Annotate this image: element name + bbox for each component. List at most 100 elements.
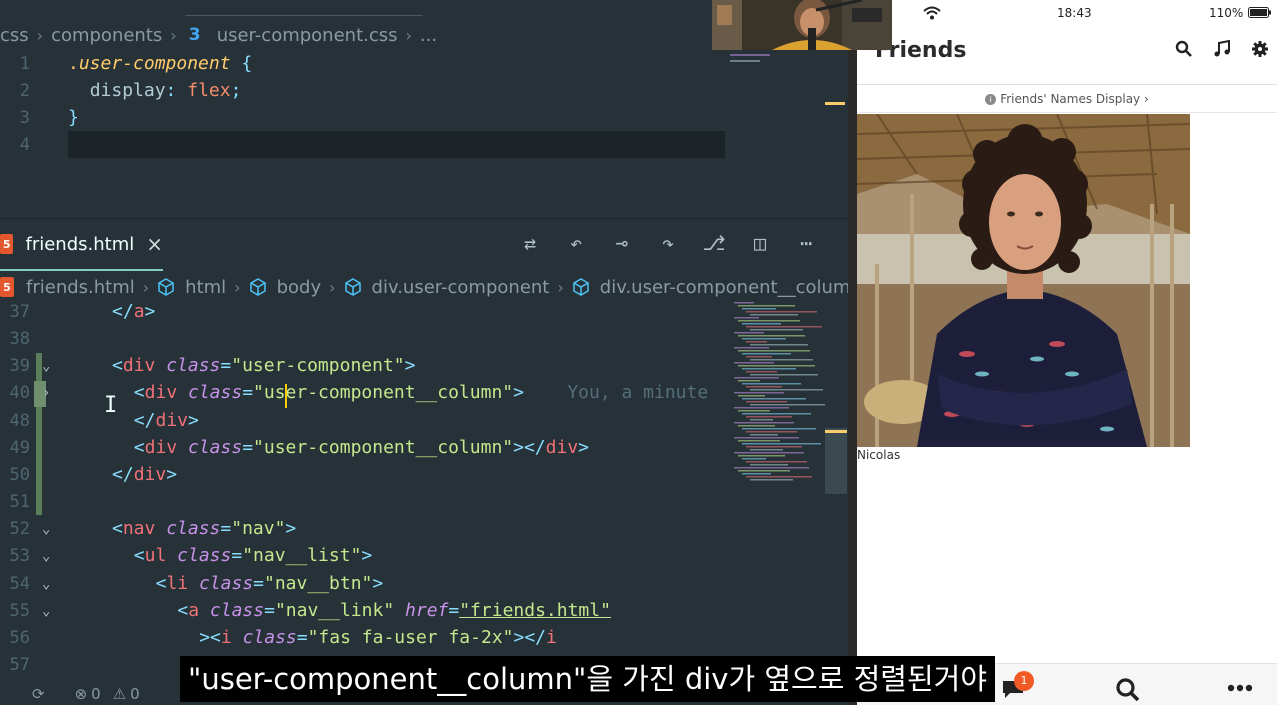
minimap-line <box>742 398 806 400</box>
html-code-line[interactable]: 54 ⌄ <li class="nav__btn"> <box>0 570 848 597</box>
code-token: . <box>68 53 79 74</box>
breadcrumb-body[interactable]: body <box>277 277 322 298</box>
minimap-line <box>738 455 785 457</box>
more-icon[interactable] <box>1227 684 1253 692</box>
html-code-line[interactable]: 49 <div class="user-component__column"></… <box>0 434 848 461</box>
html-code-line[interactable]: 56 ><i class="fas fa-user fa-2x"></i <box>0 624 848 651</box>
html-code-line[interactable]: 39 ⌄ <div class="user-component"> <box>0 352 848 379</box>
code-token: a <box>188 600 200 621</box>
line-number: 3 <box>19 107 30 128</box>
sync-icon[interactable]: ⟳ <box>32 685 45 703</box>
minimap-line <box>738 470 790 472</box>
code-token: class <box>188 437 243 458</box>
html-code-line[interactable]: 51 <box>0 488 848 515</box>
friend-name: Nicolas <box>857 448 901 462</box>
code-token: nav <box>122 518 156 539</box>
code-text: <nav class="nav"> <box>112 518 296 539</box>
code-token: = <box>220 355 232 376</box>
split-divider[interactable] <box>848 0 857 705</box>
warning-icon[interactable]: ⚠ <box>113 685 126 703</box>
vertical-scrollbar[interactable] <box>825 428 847 494</box>
breadcrumb-css-folder[interactable]: css <box>0 25 29 46</box>
code-token: i <box>220 627 232 648</box>
chevron-right-icon: › <box>557 277 564 297</box>
css-code-line[interactable]: 4 <box>0 131 848 158</box>
minimap-line <box>750 344 808 346</box>
gear-icon[interactable] <box>1251 40 1269 58</box>
minimap-line <box>734 467 809 469</box>
notice-divider <box>857 112 1277 113</box>
split-editor-icon[interactable]: ◫ <box>748 231 772 255</box>
html-code-line[interactable]: 40 › <div class="user-component__column"> … <box>0 379 848 406</box>
fold-chevron-down-icon[interactable]: ⌄ <box>42 358 50 374</box>
code-text: <ul class="nav__list"> <box>134 545 372 566</box>
html-code-line[interactable]: 50 </div> <box>0 461 848 488</box>
go-back-icon[interactable]: ↶ <box>564 231 588 255</box>
html-file-icon: 5 <box>0 234 14 254</box>
friend-photo[interactable] <box>857 114 1190 447</box>
minimap-line <box>746 461 807 463</box>
html-code-line[interactable]: 52 ⌄ <nav class="nav"> <box>0 515 848 542</box>
music-icon[interactable] <box>1213 40 1231 58</box>
css-code-line[interactable]: 3} <box>0 104 848 131</box>
more-icon[interactable]: ⋯ <box>794 231 818 255</box>
html-code-line[interactable]: 53 ⌄ <ul class="nav__list"> <box>0 542 848 569</box>
breadcrumb-div-user-component[interactable]: div.user-component <box>372 277 550 298</box>
code-token: </ <box>112 301 134 322</box>
timeline-icon[interactable]: ⊸ <box>610 231 634 255</box>
go-forward-icon[interactable]: ↷ <box>656 231 680 255</box>
code-token: flex <box>187 80 231 101</box>
minimap-line <box>742 368 796 370</box>
editor-top-divider <box>185 15 423 16</box>
tab-friends-html[interactable]: 5 friends.html × <box>0 219 163 271</box>
breadcrumb-file[interactable]: friends.html <box>26 277 135 298</box>
wifi-icon <box>923 6 941 20</box>
search-icon[interactable] <box>1175 40 1193 58</box>
close-icon[interactable]: × <box>146 232 163 256</box>
code-token: a <box>133 301 145 322</box>
error-icon[interactable]: ⊗ <box>75 685 88 703</box>
html-code-line[interactable]: 38 <box>0 325 848 352</box>
git-graph-icon[interactable]: ⎇ <box>702 231 726 255</box>
battery-icon <box>1248 7 1271 18</box>
code-editor[interactable]: css › components › 3 user-component.css … <box>0 0 848 705</box>
line-number: 37 <box>9 301 30 322</box>
code-token: ></ <box>513 437 546 458</box>
breadcrumb-components-folder[interactable]: components <box>51 25 162 46</box>
line-number: 53 <box>9 545 30 566</box>
fold-chevron-right-icon[interactable]: › <box>42 385 50 401</box>
compare-icon[interactable]: ⇄ <box>518 231 542 255</box>
code-text: <div class="user-component__column"></di… <box>134 437 589 458</box>
text-cursor-icon: I <box>104 393 118 418</box>
code-token: < <box>177 600 189 621</box>
fold-chevron-down-icon[interactable]: ⌄ <box>42 603 50 619</box>
search-icon[interactable] <box>1115 677 1141 703</box>
minimap-line <box>750 464 788 466</box>
minimap-line <box>738 305 795 307</box>
html-code-line[interactable]: 48 </div> <box>0 407 848 434</box>
css-code-line[interactable]: 2 display: flex; <box>0 77 848 104</box>
fold-chevron-down-icon[interactable]: ⌄ <box>42 576 50 592</box>
html-code-line[interactable]: 37 </a> <box>0 298 848 325</box>
minimap-line <box>734 392 784 394</box>
code-token: > <box>372 573 384 594</box>
header-actions <box>1175 40 1269 58</box>
header-divider <box>857 84 1277 85</box>
code-token: ; <box>230 80 242 101</box>
breadcrumb-ellipsis[interactable]: ... <box>420 25 437 46</box>
line-number: 48 <box>9 410 30 431</box>
notification-badge: 1 <box>1014 671 1034 691</box>
breadcrumb-div-column[interactable]: div.user-component__colum <box>600 277 848 298</box>
notice-link[interactable]: i Friends' Names Display › <box>857 86 1277 112</box>
breadcrumb-css-file[interactable]: user-component.css <box>217 25 398 46</box>
line-number: 39 <box>9 355 30 376</box>
fold-chevron-down-icon[interactable]: ⌄ <box>42 548 50 564</box>
html-code-line[interactable]: 55 ⌄ <a class="nav__link" href="friends.ht… <box>0 597 848 624</box>
fold-chevron-down-icon[interactable]: ⌄ <box>42 521 50 537</box>
breadcrumb-html[interactable]: html <box>185 277 226 298</box>
css-code-line[interactable]: 1 .user-component { <box>0 50 848 77</box>
minimap[interactable] <box>730 302 828 487</box>
